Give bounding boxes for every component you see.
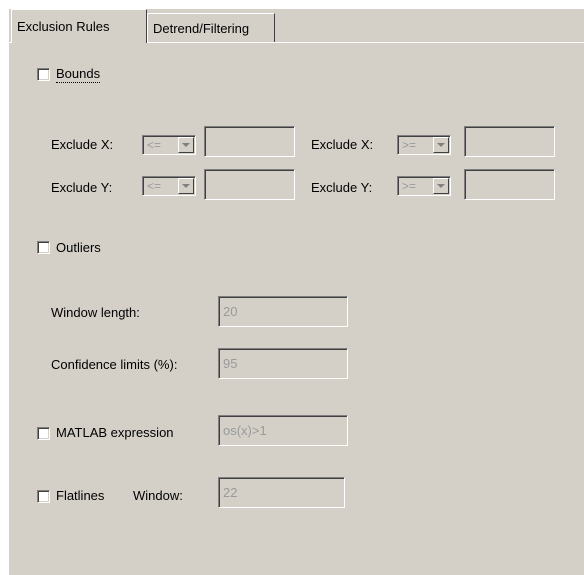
tab-detrend-filtering[interactable]: Detrend/Filtering: [147, 13, 275, 42]
bounds-label: Bounds: [56, 66, 101, 83]
window-length-label: Window length:: [51, 305, 140, 320]
outliers-checkbox[interactable]: [37, 241, 50, 254]
exclude-y-right-operator-value: >=: [402, 179, 417, 193]
exclude-y-left-value-field[interactable]: [204, 169, 295, 200]
tab-exclusion-rules[interactable]: Exclusion Rules: [11, 9, 147, 43]
exclusion-rules-panel: Exclusion Rules Detrend/Filtering Bounds…: [9, 9, 584, 575]
exclude-x-right-label: Exclude X:: [311, 137, 374, 152]
exclude-x-left-dropdown-button[interactable]: [178, 137, 194, 153]
tab-exclusion-rules-label: Exclusion Rules: [17, 19, 110, 34]
confidence-limits-field[interactable]: 95: [218, 348, 348, 379]
flatlines-checkbox[interactable]: [37, 490, 50, 503]
confidence-limits-label: Confidence limits (%):: [51, 357, 178, 372]
exclude-x-right-dropdown-button[interactable]: [433, 137, 449, 153]
exclude-x-left-label: Exclude X:: [51, 137, 114, 152]
exclude-x-right-operator-select[interactable]: >=: [397, 135, 451, 155]
flatlines-window-label: Window:: [133, 488, 183, 503]
chevron-down-icon: [182, 184, 190, 188]
matlab-expression-label: MATLAB expression: [56, 425, 174, 440]
chevron-down-icon: [182, 143, 190, 147]
bounds-checkbox[interactable]: [37, 68, 50, 81]
tab-bar: Exclusion Rules Detrend/Filtering: [9, 9, 584, 43]
window-top-strip: [0, 0, 584, 9]
exclude-x-left-operator-select[interactable]: <=: [142, 135, 196, 155]
exclude-y-right-operator-select[interactable]: >=: [397, 176, 451, 196]
exclude-y-left-operator-select[interactable]: <=: [142, 176, 196, 196]
tab-detrend-filtering-label: Detrend/Filtering: [153, 21, 250, 36]
exclude-y-right-dropdown-button[interactable]: [433, 178, 449, 194]
exclude-y-right-value-field[interactable]: [464, 169, 555, 200]
exclude-y-left-dropdown-button[interactable]: [178, 178, 194, 194]
exclude-y-left-operator-value: <=: [147, 179, 162, 193]
matlab-expression-field[interactable]: os(x)>1: [218, 415, 348, 446]
exclude-x-right-operator-value: >=: [402, 138, 417, 152]
exclude-x-left-value-field[interactable]: [204, 126, 295, 157]
exclude-x-left-operator-value: <=: [147, 138, 162, 152]
window-length-field[interactable]: 20: [218, 296, 348, 327]
flatlines-window-field[interactable]: 22: [218, 477, 345, 508]
chevron-down-icon: [437, 143, 445, 147]
chevron-down-icon: [437, 184, 445, 188]
exclude-y-left-label: Exclude Y:: [51, 180, 113, 195]
outliers-label: Outliers: [56, 240, 101, 255]
matlab-expression-checkbox[interactable]: [37, 427, 50, 440]
exclude-y-right-label: Exclude Y:: [311, 180, 373, 195]
exclude-x-right-value-field[interactable]: [464, 126, 555, 157]
flatlines-label: Flatlines: [56, 488, 105, 503]
